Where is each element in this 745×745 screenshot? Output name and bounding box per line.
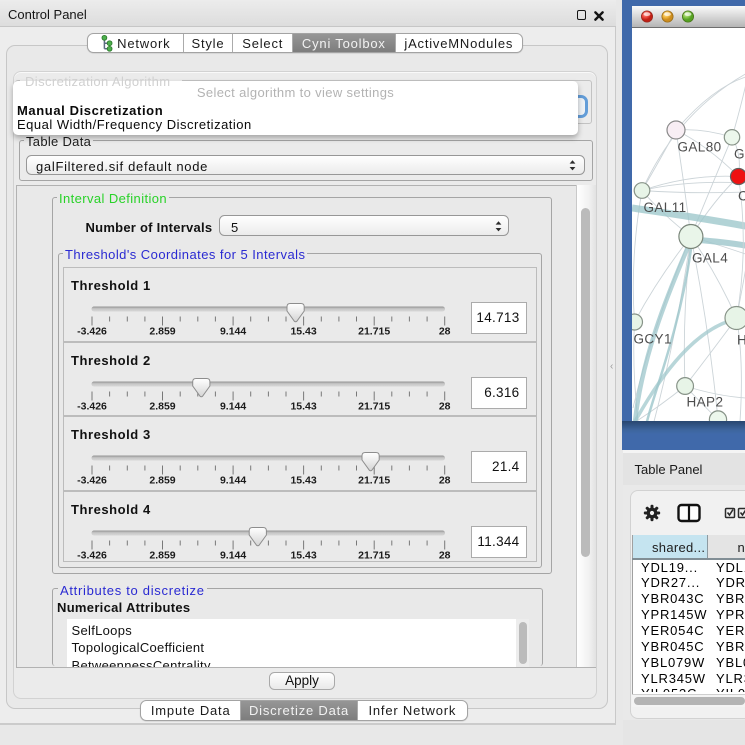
svg-text:28: 28 [439, 326, 451, 338]
svg-text:21.715: 21.715 [358, 326, 390, 338]
svg-text:-3.426: -3.426 [77, 475, 107, 487]
svg-text:2.859: 2.859 [149, 326, 175, 338]
svg-text:GAL80: GAL80 [677, 139, 721, 154]
svg-text:GCY1: GCY1 [633, 331, 671, 346]
svg-text:GAL11: GAL11 [643, 200, 686, 215]
svg-text:-3.426: -3.426 [77, 400, 107, 412]
svg-text:9.144: 9.144 [220, 400, 246, 412]
svg-text:HAP2: HAP2 [686, 394, 723, 409]
svg-text:2.859: 2.859 [149, 549, 175, 561]
svg-text:21.715: 21.715 [358, 400, 390, 412]
svg-text:21.715: 21.715 [358, 475, 390, 487]
svg-text:15.43: 15.43 [290, 400, 316, 412]
svg-text:15.43: 15.43 [290, 475, 316, 487]
svg-text:9.144: 9.144 [220, 475, 246, 487]
svg-text:28: 28 [439, 475, 451, 487]
svg-text:28: 28 [439, 549, 451, 561]
svg-text:9.144: 9.144 [220, 549, 246, 561]
svg-text:-3.426: -3.426 [77, 549, 107, 561]
svg-text:-3.426: -3.426 [77, 326, 107, 338]
svg-text:HA: HA [737, 332, 745, 347]
svg-text:C: C [738, 188, 745, 203]
svg-text:GAL4: GAL4 [692, 250, 728, 265]
svg-text:2.859: 2.859 [149, 475, 175, 487]
svg-text:21.715: 21.715 [358, 549, 390, 561]
svg-text:15.43: 15.43 [290, 549, 316, 561]
svg-text:2.859: 2.859 [149, 400, 175, 412]
svg-text:GA: GA [734, 146, 745, 161]
svg-text:9.144: 9.144 [220, 326, 246, 338]
svg-text:28: 28 [439, 400, 451, 412]
svg-text:15.43: 15.43 [290, 326, 316, 338]
